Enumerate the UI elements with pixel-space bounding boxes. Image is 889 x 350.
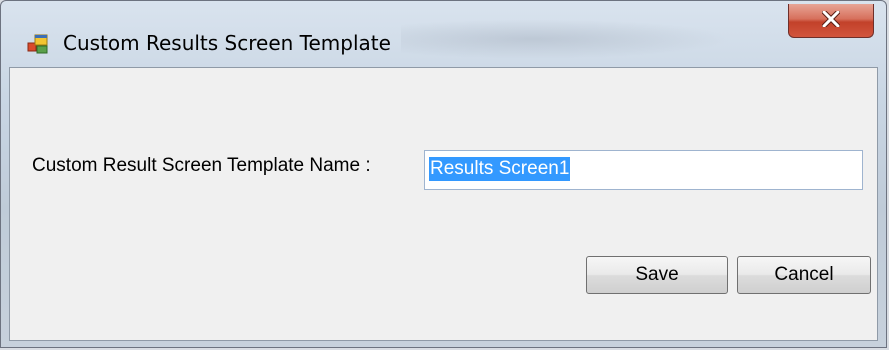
close-icon — [822, 11, 840, 27]
title-bar[interactable]: Custom Results Screen Template — [1, 1, 886, 67]
window-title: Custom Results Screen Template — [63, 31, 391, 55]
save-button[interactable]: Save — [586, 256, 728, 294]
application-window-icon[interactable] — [27, 33, 49, 55]
close-button[interactable] — [788, 4, 874, 38]
template-name-label: Custom Result Screen Template Name : — [32, 155, 371, 176]
title-bar-background — [401, 19, 731, 59]
input-selected-text[interactable]: Results Screen1 — [429, 157, 571, 181]
template-name-input[interactable]: Results Screen1 — [424, 150, 863, 190]
cancel-button[interactable]: Cancel — [737, 256, 871, 294]
dialog-window: Custom Results Screen Template Custom Re… — [0, 0, 887, 348]
dialog-content: Custom Result Screen Template Name : Res… — [9, 67, 878, 341]
